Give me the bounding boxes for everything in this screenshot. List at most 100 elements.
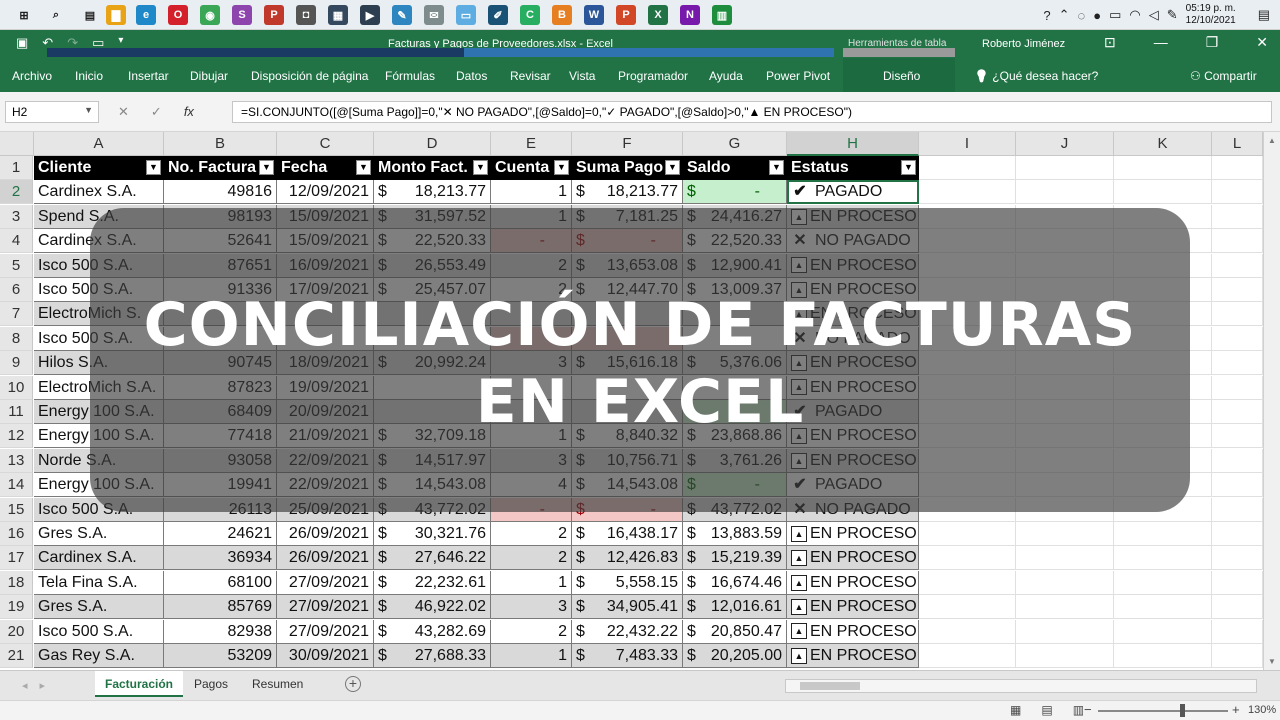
row-header[interactable]: 3 <box>0 204 33 229</box>
table-cell-estatus[interactable]: ▲EN PROCESO <box>787 619 919 644</box>
row-header[interactable]: 5 <box>0 253 33 278</box>
table-cell-cliente[interactable]: Gres S.A. <box>34 595 164 620</box>
empty-cell[interactable] <box>1212 473 1263 498</box>
formula-input[interactable]: =SI.CONJUNTO([@[Suma Pago]]=0,"✕ NO PAGA… <box>232 101 1272 123</box>
table-cell-pago[interactable]: $18,213.77 <box>572 180 683 205</box>
column-header-f[interactable]: F <box>572 132 683 156</box>
cancel-icon[interactable]: ✕ <box>118 104 129 120</box>
table-cell-pago[interactable]: $16,438.17 <box>572 522 683 546</box>
row-header[interactable]: 14 <box>0 473 33 498</box>
column-header-c[interactable]: C <box>277 132 374 156</box>
column-header-a[interactable]: A <box>34 132 164 156</box>
table-cell-estatus[interactable]: ✔ PAGADO <box>787 180 919 205</box>
scroll-thumb[interactable] <box>800 682 860 690</box>
empty-cell[interactable] <box>919 546 1016 571</box>
tab-power-pivot[interactable]: Power Pivot <box>766 69 830 83</box>
pen-icon[interactable]: ✎ <box>1167 7 1178 23</box>
table-cell-fecha[interactable]: 27/09/2021 <box>277 619 374 644</box>
row-header[interactable]: 20 <box>0 619 33 644</box>
tab-archivo[interactable]: Archivo <box>12 69 52 83</box>
close-icon[interactable]: ✕ <box>1256 34 1268 51</box>
table-cell-factura[interactable]: 82938 <box>164 619 277 644</box>
table-cell-fecha[interactable]: 26/09/2021 <box>277 522 374 546</box>
empty-cell[interactable] <box>1016 546 1114 571</box>
table-cell-saldo[interactable]: $- <box>683 180 787 205</box>
table-cell-fecha[interactable]: 27/09/2021 <box>277 570 374 595</box>
table-cell-saldo[interactable]: $20,205.00 <box>683 644 787 668</box>
row-header[interactable]: 21 <box>0 644 33 668</box>
notifications-icon[interactable]: ▤ <box>1258 7 1270 23</box>
horizontal-scrollbar[interactable] <box>785 679 1257 693</box>
table-cell-cuenta[interactable]: 1 <box>491 570 572 595</box>
sheet-tab-facturacin[interactable]: Facturación <box>95 671 184 697</box>
zoom-out-icon[interactable]: − <box>1084 702 1092 717</box>
empty-cell[interactable] <box>1016 522 1114 546</box>
table-header-cell[interactable]: Fecha ▼ <box>277 156 374 180</box>
tab-revisar[interactable]: Revisar <box>510 69 551 83</box>
row-header[interactable]: 19 <box>0 595 33 620</box>
table-cell-monto[interactable]: $46,922.02 <box>374 595 491 620</box>
empty-cell[interactable] <box>919 570 1016 595</box>
filter-dropdown-icon[interactable]: ▼ <box>356 160 371 175</box>
empty-cell[interactable] <box>1212 180 1263 205</box>
filter-dropdown-icon[interactable]: ▼ <box>259 160 274 175</box>
table-cell-fecha[interactable]: 30/09/2021 <box>277 644 374 668</box>
tab-ayuda[interactable]: Ayuda <box>709 69 743 83</box>
empty-cell[interactable] <box>919 180 1016 205</box>
table-cell-saldo[interactable]: $20,850.47 <box>683 619 787 644</box>
tab-inicio[interactable]: Inicio <box>75 69 103 83</box>
scroll-down-icon[interactable]: ▼ <box>1268 657 1276 666</box>
empty-cell[interactable] <box>1212 570 1263 595</box>
excel-icon[interactable]: X <box>648 5 668 25</box>
zoom-in-icon[interactable]: + <box>1232 702 1240 717</box>
empty-cell[interactable] <box>919 619 1016 644</box>
task-view-icon[interactable]: ▤ <box>80 5 100 25</box>
edge-icon[interactable]: e <box>136 5 156 25</box>
camtasia-icon[interactable]: C <box>520 5 540 25</box>
table-cell-monto[interactable]: $27,688.33 <box>374 644 491 668</box>
word-icon[interactable]: W <box>584 5 604 25</box>
insert-function-icon[interactable]: fx <box>184 104 194 120</box>
empty-cell[interactable] <box>1212 497 1263 522</box>
battery-icon[interactable]: ▭ <box>1109 7 1121 23</box>
empty-cell[interactable] <box>919 522 1016 546</box>
tab-disposición-de-página[interactable]: Disposición de página <box>251 69 368 83</box>
empty-cell[interactable] <box>1016 570 1114 595</box>
empty-cell[interactable] <box>1212 229 1263 254</box>
row-header[interactable]: 13 <box>0 448 33 473</box>
empty-cell[interactable] <box>1212 253 1263 278</box>
table-cell-monto[interactable]: $18,213.77 <box>374 180 491 205</box>
table-cell-pago[interactable]: $34,905.41 <box>572 595 683 620</box>
empty-cell[interactable] <box>1212 448 1263 473</box>
table-cell-factura[interactable]: 53209 <box>164 644 277 668</box>
paint-icon[interactable]: ✎ <box>392 5 412 25</box>
row-header[interactable]: 2 <box>0 180 33 205</box>
table-cell-cuenta[interactable]: 2 <box>491 522 572 546</box>
empty-cell[interactable] <box>919 156 1016 180</box>
table-cell-fecha[interactable]: 26/09/2021 <box>277 546 374 571</box>
wifi-icon[interactable]: ◠ <box>1129 7 1140 23</box>
column-header-g[interactable]: G <box>683 132 787 156</box>
notes-icon[interactable]: ▭ <box>456 5 476 25</box>
empty-cell[interactable] <box>1212 546 1263 571</box>
table-header-cell[interactable]: Suma Pago ▼ <box>572 156 683 180</box>
row-header[interactable]: 1 <box>0 156 33 180</box>
table-cell-cuenta[interactable]: 1 <box>491 180 572 205</box>
sheet-tab-resumen[interactable]: Resumen <box>252 677 303 691</box>
ribbon-display-icon[interactable]: ⊡ <box>1104 34 1116 51</box>
filter-dropdown-icon[interactable]: ▼ <box>473 160 488 175</box>
zoom-slider[interactable] <box>1098 710 1228 712</box>
feedback-icon[interactable]: ✉ <box>424 5 444 25</box>
tab-programador[interactable]: Programador <box>618 69 688 83</box>
empty-cell[interactable] <box>1212 644 1263 668</box>
empty-cell[interactable] <box>1114 570 1212 595</box>
powerpoint-icon[interactable]: P <box>616 5 636 25</box>
table-cell-factura[interactable]: 36934 <box>164 546 277 571</box>
tab-insertar[interactable]: Insertar <box>128 69 169 83</box>
media-app-icon[interactable]: ▶ <box>360 5 380 25</box>
zoom-slider-knob[interactable] <box>1180 704 1185 717</box>
filter-dropdown-icon[interactable]: ▼ <box>769 160 784 175</box>
row-header[interactable]: 4 <box>0 229 33 254</box>
table-cell-factura[interactable]: 68100 <box>164 570 277 595</box>
table-cell-cuenta[interactable]: 2 <box>491 546 572 571</box>
